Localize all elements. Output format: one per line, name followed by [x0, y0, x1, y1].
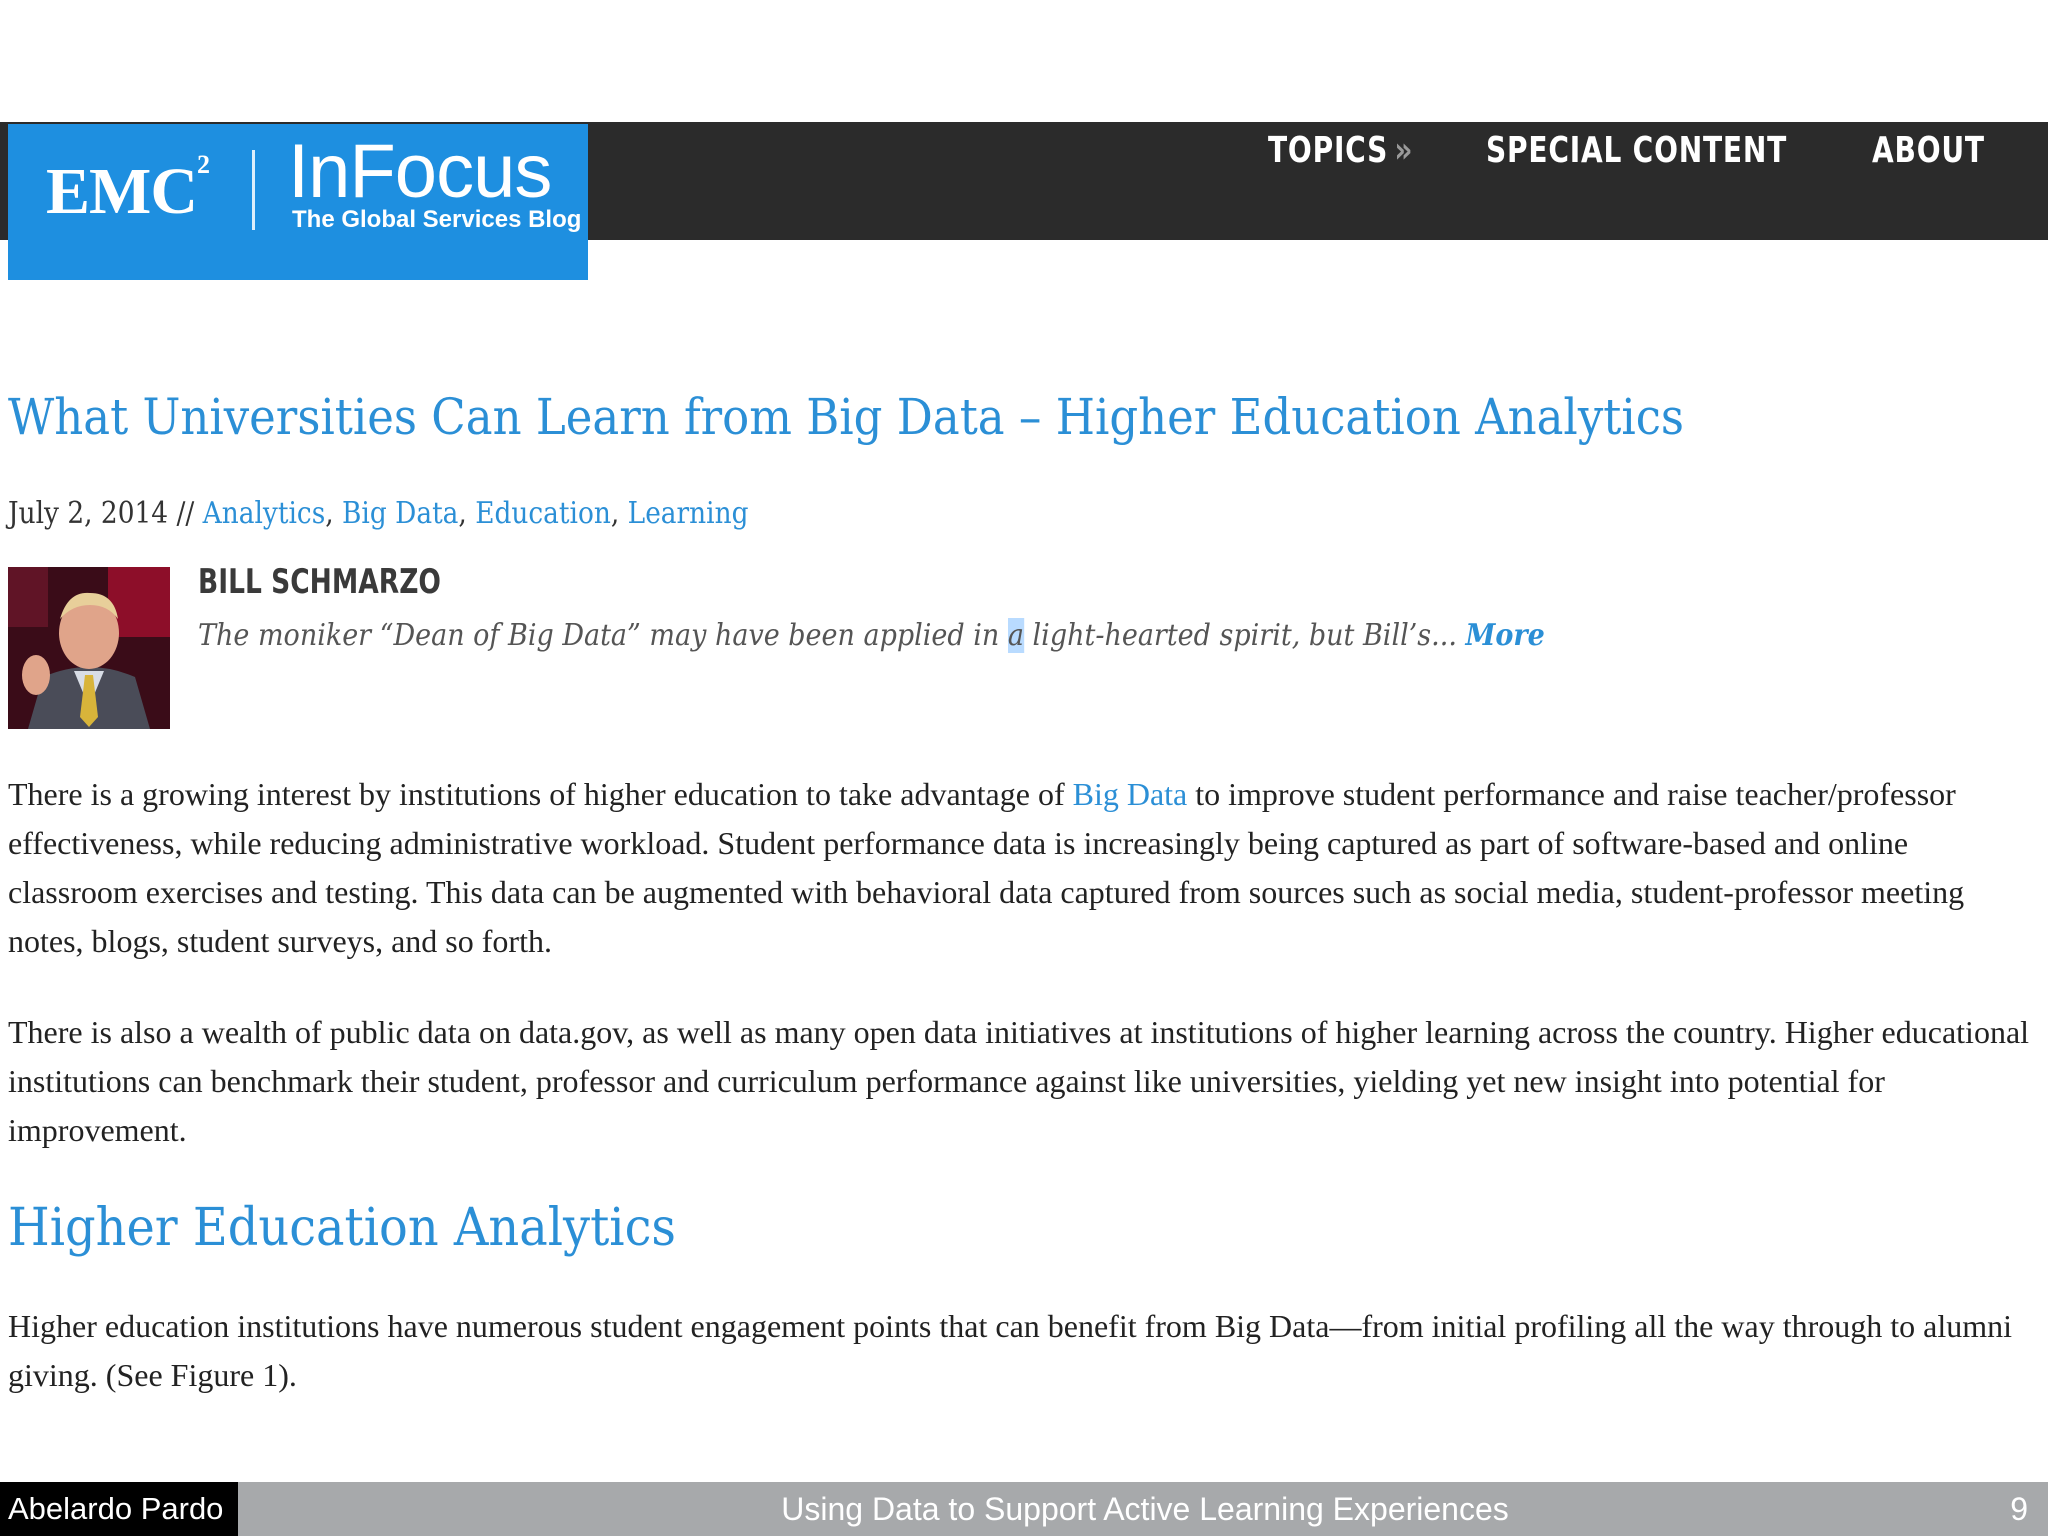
presentation-title: Using Data to Support Active Learning Ex…	[781, 1491, 1509, 1527]
tag-link[interactable]: Analytics	[203, 496, 326, 531]
nav-topics-label: TOPICS	[1268, 130, 1389, 171]
author-name[interactable]: BILL SCHMARZO	[198, 562, 441, 602]
article-title[interactable]: What Universities Can Learn from Big Dat…	[8, 388, 1684, 446]
paragraph-text: There is a growing interest by instituti…	[8, 776, 1073, 812]
site-logo[interactable]: EMC2 InFocus The Global Services Blog	[8, 124, 588, 280]
tag-link[interactable]: Education	[475, 496, 611, 531]
blog-name: InFocus	[288, 129, 552, 214]
nav-about[interactable]: ABOUT	[1872, 122, 1985, 180]
slide-number: 9	[2010, 1491, 2028, 1527]
article-date: July 2, 2014	[8, 496, 169, 531]
author-bio: The moniker “Dean of Big Data” may have …	[198, 618, 1545, 653]
tag-link[interactable]: Big Data	[342, 496, 458, 531]
article-paragraph: Higher education institutions have numer…	[8, 1308, 2012, 1393]
nav-special-content[interactable]: SPECIAL CONTENT	[1486, 122, 1787, 180]
author-photo	[8, 567, 170, 729]
author-bio-text: light-hearted spirit, but Bill’s...	[1023, 618, 1466, 653]
presenter-name: Abelardo Pardo	[0, 1482, 238, 1536]
nav-topics[interactable]: TOPICS»	[1268, 122, 1413, 180]
logo-divider	[252, 150, 255, 230]
emc-logo: EMC2	[46, 150, 210, 230]
blog-tagline: The Global Services Blog	[292, 206, 582, 233]
double-chevron-right-icon: »	[1394, 130, 1414, 171]
author-more-link[interactable]: More	[1465, 618, 1544, 653]
text-selection-highlight: a	[1007, 618, 1024, 653]
tag-link[interactable]: Learning	[628, 496, 749, 531]
slide-footer: Abelardo Pardo Using Data to Support Act…	[0, 1482, 2048, 1536]
author-bio-text: The moniker “Dean of Big Data” may have …	[198, 618, 1008, 653]
emc-logo-superscript: 2	[196, 150, 210, 179]
meta-separator: //	[168, 496, 203, 531]
article-meta: July 2, 2014 // Analytics, Big Data, Edu…	[8, 496, 749, 531]
article-paragraph: There is also a wealth of public data on…	[8, 1014, 2030, 1148]
section-heading: Higher Education Analytics	[8, 1198, 676, 1258]
big-data-link[interactable]: Big Data	[1073, 776, 1188, 812]
author-avatar[interactable]	[8, 567, 170, 729]
emc-logo-text: EMC	[46, 155, 198, 228]
presentation-title-wrap: Using Data to Support Active Learning Ex…	[0, 1482, 2048, 1536]
article-paragraph: There is a growing interest by instituti…	[8, 770, 2038, 966]
